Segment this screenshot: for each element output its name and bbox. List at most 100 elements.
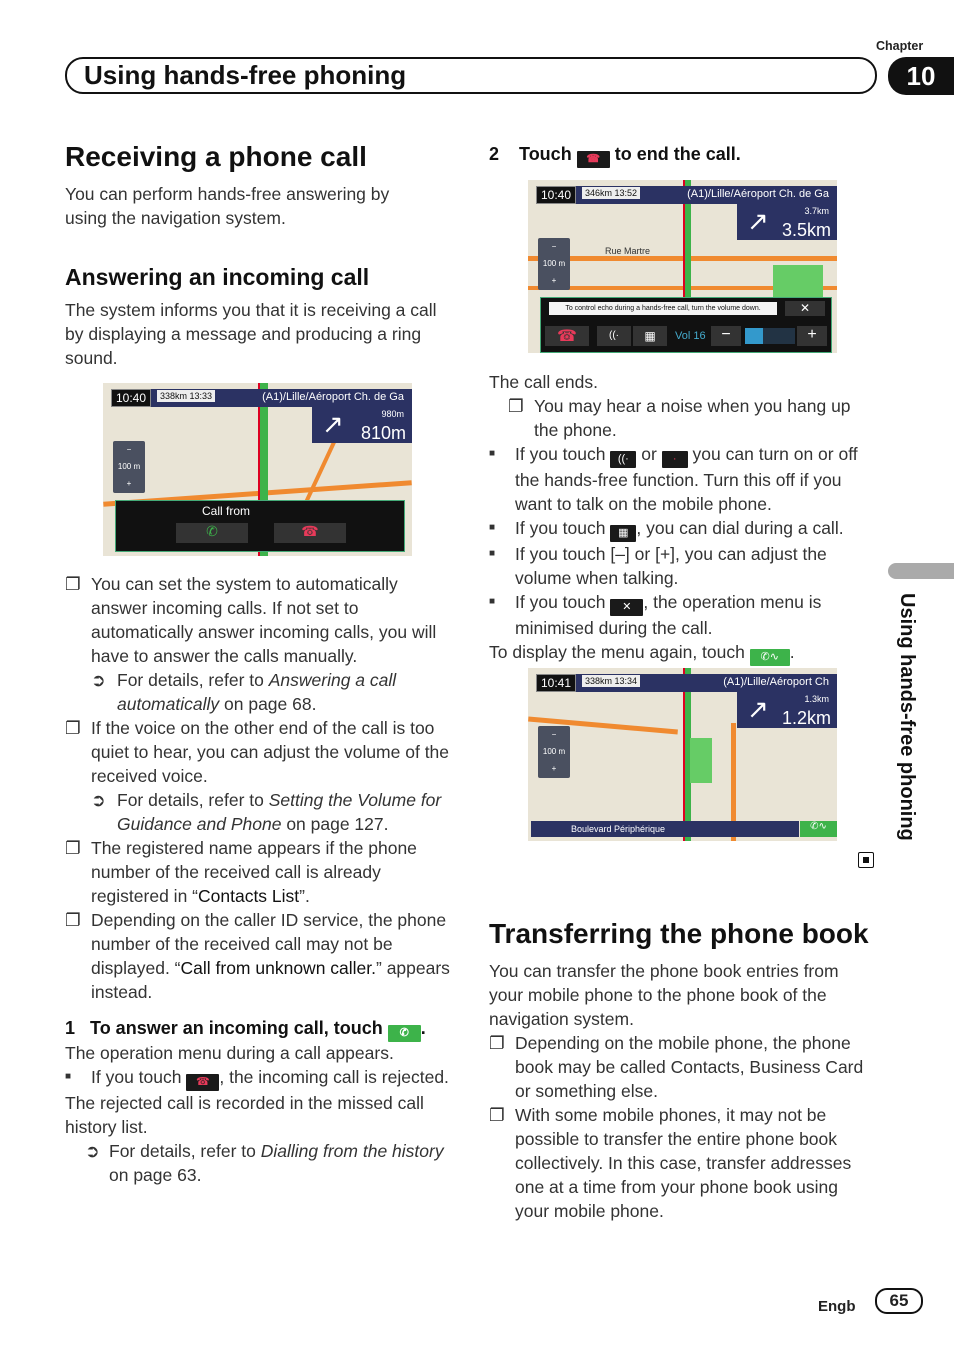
note-item: ❐ Depending on the caller ID service, the… (65, 908, 455, 1004)
clock: 10:41 (536, 674, 577, 692)
turn-panel: ↗ 980m 810m (312, 407, 412, 443)
reject-call-icon: ☎ (186, 1074, 220, 1091)
note-item: ❐ You can set the system to automatically… (65, 572, 455, 668)
scale: 100 m (542, 259, 566, 268)
note-item: ❐ If the voice on the other end of the ca… (65, 716, 455, 788)
screenshot-minimised-menu: 10:41 338km 13:34 (A1)/Lille/Aéroport Ch… (528, 668, 837, 841)
ref-text: For details, refer to (117, 790, 269, 810)
paragraph: The call ends. (489, 372, 598, 392)
subsection-title: Answering an incoming call (65, 264, 370, 290)
note-text: You can set the system to automatically … (91, 574, 437, 666)
scale: 100 m (117, 462, 141, 471)
echo-message: To control echo during a hands-free call… (549, 302, 777, 315)
zoom-control[interactable]: −100 m + (538, 726, 570, 778)
turn-arrow-icon: ↗ (747, 206, 769, 236)
bullet-text: If you touch (91, 1067, 182, 1087)
note-icon: ❐ (65, 718, 81, 738)
volume-label: Vol 16 (675, 330, 706, 342)
turn-arrow-icon: ↗ (747, 694, 769, 724)
note-icon: ❐ (65, 838, 81, 858)
minimise-button[interactable]: ✕ (785, 301, 825, 316)
section-title: Receiving a phone call (65, 141, 367, 172)
bullet-text: If you touch [–] or [+], you can adjust … (515, 544, 827, 588)
manual-page: Using hands-free phoning Chapter 10 Usin… (0, 0, 954, 1352)
handsfree-toggle-button[interactable]: ((· (597, 326, 631, 346)
end-mark-icon (858, 852, 874, 868)
arrow-ref-icon: ➲ (91, 790, 106, 810)
volume-down-button[interactable]: − (711, 326, 741, 346)
chapter-label: Chapter (876, 39, 924, 53)
section-title: Transferring the phone book (489, 918, 869, 949)
clock: 10:40 (111, 389, 152, 407)
turn-distance: 810m (360, 423, 406, 443)
arrow-ref-icon: ➲ (85, 1141, 100, 1161)
answer-call-icon: ✆ (387, 1025, 421, 1042)
note-icon: ❐ (65, 574, 81, 594)
note-text: You may hear a noise when you hang up th… (534, 396, 851, 440)
ref-page: on page 68. (219, 694, 317, 714)
paragraph: The system informs you that it is receiv… (65, 300, 437, 368)
distance-eta: 346km 13:52 (582, 187, 641, 199)
step-1: 1 To answer an incoming call, touch ✆. (65, 1018, 426, 1042)
note-icon: ❐ (65, 910, 81, 930)
screenshot-incoming-call: 10:40 338km 13:33 (A1)/Lille/Aéroport Ch… (103, 383, 412, 556)
keypad-button[interactable]: ▦ (633, 326, 667, 346)
bullet-icon: ■ (489, 548, 496, 559)
bullet-text: , you can dial during a call. (636, 518, 844, 538)
step-text: To answer an incoming call, touch (90, 1018, 383, 1038)
note-icon: ❐ (489, 1105, 505, 1125)
zoom-control[interactable]: −100 m + (538, 238, 570, 290)
volume-slider[interactable] (745, 328, 795, 344)
ref-text: For details, refer to (109, 1141, 261, 1161)
step-text: to end the call. (614, 144, 741, 164)
bullet-item: ■ If you touch ☎, the incoming call is re… (65, 1065, 455, 1091)
end-call-button[interactable]: ☎ (545, 326, 589, 346)
ref-page: on page 63. (109, 1165, 202, 1185)
ref-link[interactable]: Dialling from the history (261, 1141, 444, 1161)
zoom-control[interactable]: −100 m + (113, 441, 145, 493)
reject-button[interactable]: ☎ (274, 523, 346, 543)
side-tab-label: Using hands-free phoning (896, 593, 918, 841)
next-distance: 1.3km (804, 694, 829, 704)
bullet-text: , the incoming call is rejected. (219, 1067, 449, 1087)
note-icon: ❐ (489, 1033, 505, 1053)
screenshot-during-call: 10:40 346km 13:52 (A1)/Lille/Aéroport Ch… (528, 180, 837, 353)
step-number: 1 (65, 1018, 76, 1038)
call-panel: Call from ✆ ☎ (115, 500, 405, 552)
bullet-icon: ■ (489, 448, 496, 459)
bullet-text: If you touch (515, 592, 606, 612)
language-label: Engb (818, 1298, 856, 1315)
note-text: With some mobile phones, it may not be p… (515, 1105, 852, 1221)
bullet-item: ■ If you touch [–] or [+], you can adjust… (489, 542, 874, 590)
bullet-item: ■ If you touch ✕, the operation menu is m… (489, 590, 874, 640)
end-call-icon: ☎ (576, 151, 610, 168)
bullet-item: ■ If you touch ((· or · you can turn on o… (489, 442, 874, 516)
restore-call-menu-button[interactable]: ✆∿ (800, 821, 837, 837)
handsfree-on-icon: ((· (610, 451, 637, 468)
note-text: If the voice on the other end of the cal… (91, 718, 450, 786)
paragraph: The rejected call is recorded in the mis… (65, 1093, 424, 1137)
paragraph: To display the menu again, touch (489, 642, 745, 662)
turn-panel: ↗ 3.7km 3.5km (737, 204, 837, 240)
bullet-icon: ■ (65, 1071, 72, 1082)
note-text: Depending on the mobile phone, the phone… (515, 1033, 864, 1101)
keypad-icon: ▦ (610, 525, 637, 542)
turn-panel: ↗ 1.3km 1.2km (737, 692, 837, 728)
answer-button[interactable]: ✆ (176, 523, 248, 543)
next-distance: 980m (381, 409, 404, 419)
note-item: ❐ Depending on the mobile phone, the phon… (489, 1031, 874, 1103)
turn-distance: 3.5km (781, 220, 831, 240)
current-street: Boulevard Périphérique (531, 821, 799, 837)
turn-distance: 1.2km (781, 708, 831, 728)
restore-menu-icon: ✆∿ (749, 649, 790, 666)
bullet-text: If you touch (515, 518, 606, 538)
volume-up-button[interactable]: + (797, 326, 827, 346)
header-title: Using hands-free phoning (84, 60, 407, 90)
note-item: ❐ With some mobile phones, it may not be … (489, 1103, 874, 1223)
destination: (A1)/Lille/Aéroport Ch (723, 676, 829, 688)
arrow-ref-icon: ➲ (91, 670, 106, 690)
distance-eta: 338km 13:33 (157, 390, 216, 402)
bullet-text: If you touch (515, 444, 606, 464)
paragraph: The operation menu during a call appears… (65, 1043, 394, 1063)
destination: (A1)/Lille/Aéroport Ch. de Ga (262, 391, 404, 403)
